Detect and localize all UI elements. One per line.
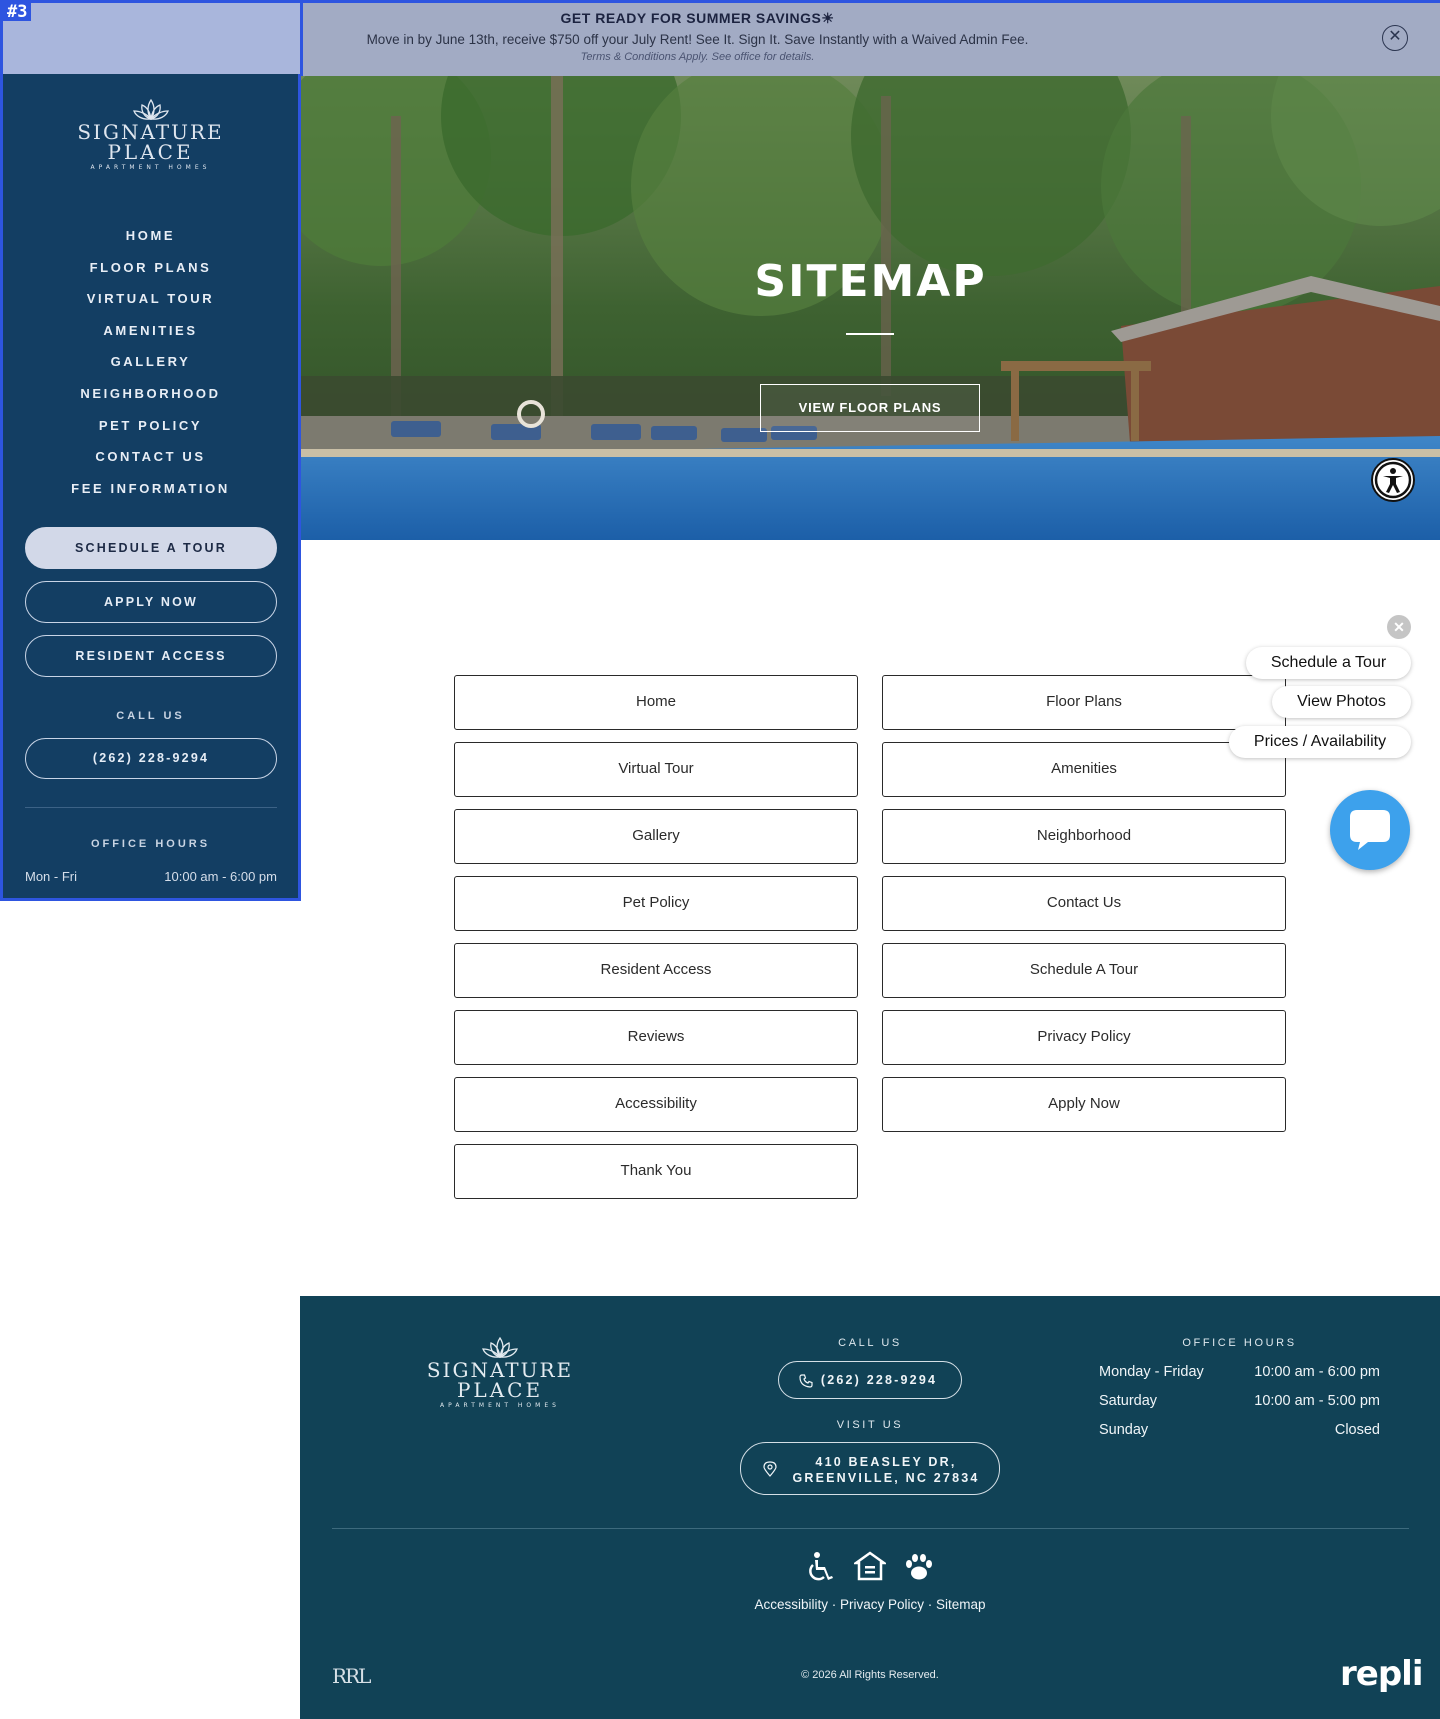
page: #3 GET READY FOR SUMMER SAVINGS☀ Move in…	[0, 0, 1440, 1719]
nav-pet-policy[interactable]: PET POLICY	[3, 410, 298, 442]
sitemap-link-accessibility[interactable]: Accessibility	[454, 1077, 858, 1132]
copyright: © 2026 All Rights Reserved.	[801, 1669, 939, 1681]
phone-button[interactable]: (262) 228-9294	[25, 738, 277, 779]
widget-close-icon[interactable]: ✕	[1387, 615, 1411, 639]
lotus-logo-icon	[482, 1336, 518, 1359]
hero-photo	[301, 76, 1440, 540]
view-floor-plans-button[interactable]: VIEW FLOOR PLANS	[760, 384, 980, 432]
office-hours-row: Mon - Fri 10:00 am - 6:00 pm	[25, 869, 277, 884]
widget-schedule-tour-button[interactable]: Schedule a Tour	[1246, 647, 1411, 679]
schedule-tour-button[interactable]: SCHEDULE A TOUR	[25, 527, 277, 569]
nav-home[interactable]: HOME	[3, 220, 298, 252]
footer-logo-line-1: SIGNATURE	[426, 1358, 574, 1382]
footer-link-privacy-policy[interactable]: Privacy Policy	[840, 1597, 924, 1612]
nav-virtual-tour[interactable]: VIRTUAL TOUR	[3, 283, 298, 315]
logo-line-1: SIGNATURE	[77, 120, 224, 144]
annotation-tag: #3	[3, 3, 32, 21]
banner-terms: Terms & Conditions Apply. See office for…	[580, 51, 815, 63]
nav-floor-plans[interactable]: FLOOR PLANS	[3, 252, 298, 284]
apply-now-button[interactable]: APPLY NOW	[25, 581, 277, 623]
sitemap-link-neighborhood[interactable]: Neighborhood	[882, 809, 1286, 864]
sitemap-link-resident-access[interactable]: Resident Access	[454, 943, 858, 998]
sidebar-divider	[25, 807, 277, 808]
nav-fee-information[interactable]: FEE INFORMATION	[3, 473, 298, 505]
accessibility-icon[interactable]	[1371, 458, 1415, 502]
nav-gallery[interactable]: GALLERY	[3, 346, 298, 378]
title-underline	[846, 333, 894, 335]
hours-day: Sunday	[1099, 1422, 1149, 1438]
address-line-2: GREENVILLE, NC 27834	[792, 1471, 980, 1485]
phone-icon	[799, 1374, 813, 1388]
footer-visit-label: VISIT US	[836, 1419, 904, 1431]
sitemap-link-amenities[interactable]: Amenities	[882, 742, 1286, 797]
resident-access-button[interactable]: RESIDENT ACCESS	[25, 635, 277, 677]
hours-day: Monday - Friday	[1099, 1364, 1204, 1380]
sitemap-link-pet-policy[interactable]: Pet Policy	[454, 876, 858, 931]
sidebar-logo[interactable]: SIGNATURE PLACE APARTMENT HOMES	[3, 98, 298, 171]
logo-line-2: PLACE	[107, 140, 194, 164]
sitemap-link-reviews[interactable]: Reviews	[454, 1010, 858, 1065]
footer-phone-button[interactable]: (262) 228-9294	[778, 1361, 962, 1399]
call-us-label: CALL US	[116, 710, 185, 722]
hours-time: 10:00 am - 6:00 pm	[164, 869, 277, 884]
footer-divider	[332, 1528, 1409, 1529]
sitemap-link-home[interactable]: Home	[454, 675, 858, 730]
chat-bubble-icon[interactable]	[1330, 790, 1410, 870]
widget-view-photos-button[interactable]: View Photos	[1272, 686, 1411, 718]
sitemap-link-contact-us[interactable]: Contact Us	[882, 876, 1286, 931]
footer-link-separator: ·	[924, 1597, 937, 1612]
nav-contact-us[interactable]: CONTACT US	[3, 441, 298, 473]
footer-logo[interactable]: SIGNATURE PLACE APARTMENT HOMES	[420, 1336, 580, 1409]
footer: SIGNATURE PLACE APARTMENT HOMES CALL US …	[300, 1296, 1440, 1719]
sitemap-link-schedule-a-tour[interactable]: Schedule A Tour	[882, 943, 1286, 998]
footer-link-accessibility[interactable]: Accessibility	[754, 1597, 828, 1612]
repli-logo[interactable]: repli	[1340, 1654, 1423, 1694]
footer-logo-line-3: APARTMENT HOMES	[440, 1402, 560, 1409]
wheelchair-icon	[809, 1552, 833, 1581]
nav-neighborhood[interactable]: NEIGHBORHOOD	[3, 378, 298, 410]
footer-hours-row: Monday - Friday 10:00 am - 6:00 pm	[1099, 1364, 1380, 1380]
sitemap-link-privacy-policy[interactable]: Privacy Policy	[882, 1010, 1286, 1065]
sidebar-nav: HOME FLOOR PLANS VIRTUAL TOUR AMENITIES …	[3, 220, 298, 504]
banner-title: GET READY FOR SUMMER SAVINGS☀	[560, 10, 835, 26]
footer-hours-row: Saturday 10:00 am - 5:00 pm	[1099, 1393, 1380, 1409]
footer-logo-line-2: PLACE	[456, 1378, 544, 1402]
footer-links: Accessibility · Privacy Policy · Sitemap	[300, 1597, 1440, 1612]
banner-highlight-left	[3, 3, 303, 79]
sitemap-link-thank-you[interactable]: Thank You	[454, 1144, 858, 1199]
hours-days: Mon - Fri	[25, 869, 77, 884]
banner-text: Move in by June 13th, receive $750 off y…	[366, 32, 1029, 47]
address-line-1: 410 BEASLEY DR,	[815, 1455, 957, 1469]
hours-day: Saturday	[1099, 1393, 1158, 1409]
location-pin-icon	[763, 1461, 777, 1477]
sitemap-link-floor-plans[interactable]: Floor Plans	[882, 675, 1286, 730]
hours-time: 10:00 am - 6:00 pm	[1254, 1364, 1380, 1380]
hours-time: Closed	[1334, 1422, 1380, 1438]
sitemap-link-virtual-tour[interactable]: Virtual Tour	[454, 742, 858, 797]
sidebar: SIGNATURE PLACE APARTMENT HOMES HOME FLO…	[0, 74, 301, 901]
footer-hours-row: Sunday Closed	[1099, 1422, 1380, 1438]
footer-link-sitemap[interactable]: Sitemap	[936, 1597, 986, 1612]
footer-phone-text: (262) 228-9294	[820, 1373, 938, 1387]
paw-icon	[906, 1554, 932, 1580]
equal-housing-icon	[854, 1551, 886, 1581]
footer-address-button[interactable]: 410 BEASLEY DR, GREENVILLE, NC 27834	[740, 1442, 1000, 1495]
footer-link-separator: ·	[827, 1597, 840, 1612]
widget-prices-availability-button[interactable]: Prices / Availability	[1229, 726, 1411, 758]
footer-call-label: CALL US	[838, 1337, 902, 1349]
hours-time: 10:00 am - 5:00 pm	[1254, 1393, 1380, 1409]
footer-hours-label: OFFICE HOURS	[1182, 1337, 1297, 1349]
office-hours-label: OFFICE HOURS	[90, 838, 211, 850]
page-title: SITEMAP	[754, 256, 987, 307]
lotus-logo-icon	[132, 98, 169, 121]
sitemap-link-apply-now[interactable]: Apply Now	[882, 1077, 1286, 1132]
nav-amenities[interactable]: AMENITIES	[3, 315, 298, 347]
close-icon[interactable]: ✕	[1382, 25, 1408, 51]
logo-line-3: APARTMENT HOMES	[90, 164, 211, 171]
sitemap-link-gallery[interactable]: Gallery	[454, 809, 858, 864]
hero: SITEMAP VIEW FLOOR PLANS	[301, 76, 1440, 540]
